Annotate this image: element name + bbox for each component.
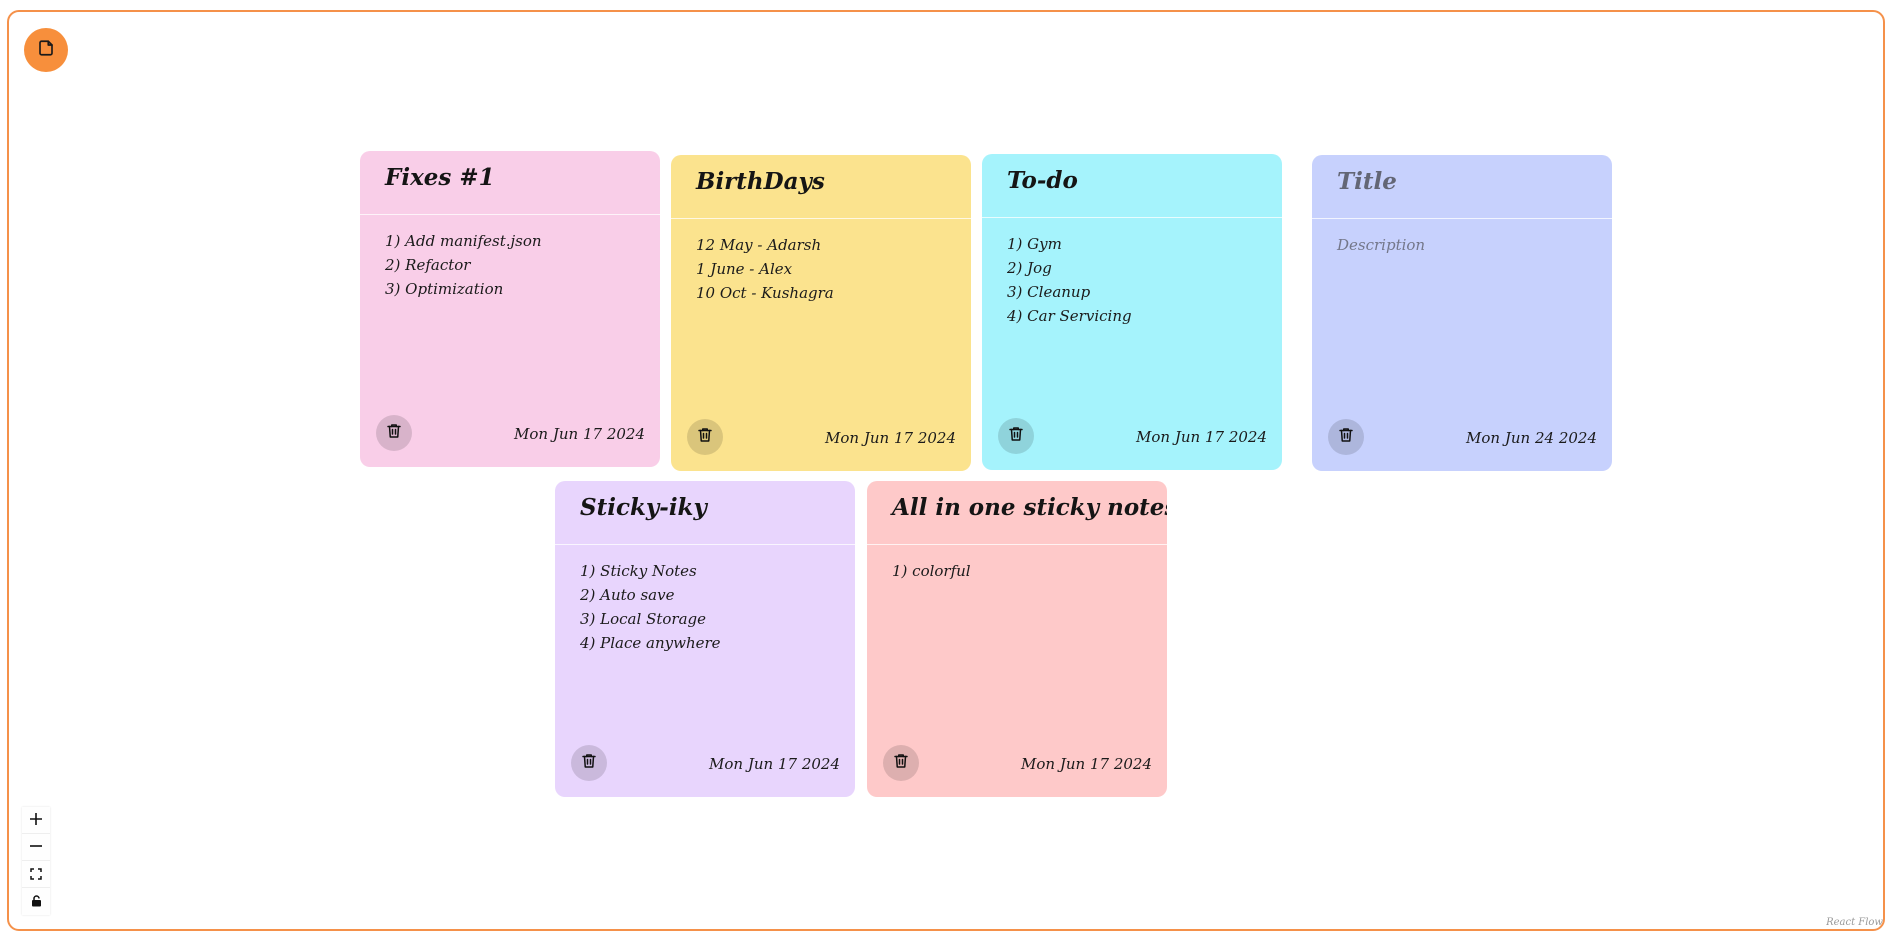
note-title[interactable]: Sticky-iky [555, 481, 855, 545]
zoom-out-button[interactable] [22, 834, 50, 861]
note-title-placeholder[interactable]: Title [1312, 155, 1612, 219]
note-line: 3) Local Storage [580, 610, 706, 628]
note-line: 4) Car Servicing [1007, 307, 1132, 325]
note-title[interactable]: To-do [982, 154, 1282, 218]
plus-icon [29, 811, 43, 830]
delete-note-button[interactable] [571, 745, 607, 781]
note-date: Mon Jun 17 2024 [514, 425, 645, 443]
delete-note-button[interactable] [376, 415, 412, 451]
note-description-placeholder[interactable]: Description [1312, 219, 1612, 257]
note-icon [37, 39, 55, 61]
note-description[interactable]: 1) Add manifest.json 2) Refactor 3) Opti… [360, 215, 660, 301]
note-title[interactable]: BirthDays [671, 155, 971, 219]
note-title[interactable]: Fixes #1 [360, 151, 660, 215]
sticky-note[interactable]: Title Description Mon Jun 24 2024 [1312, 155, 1612, 471]
note-line: 1) colorful [892, 562, 971, 580]
note-title[interactable]: All in one sticky notes [867, 481, 1167, 545]
trash-icon [696, 426, 714, 448]
react-flow-attribution[interactable]: React Flow [1826, 917, 1883, 928]
note-description[interactable]: 1) Gym 2) Jog 3) Cleanup 4) Car Servicin… [982, 218, 1282, 328]
note-line: 1) Add manifest.json [385, 232, 542, 250]
flow-controls [22, 807, 50, 915]
note-line: 10 Oct - Kushagra [696, 284, 834, 302]
note-line: 1 June - Alex [696, 260, 793, 278]
note-line: 4) Place anywhere [580, 634, 721, 652]
note-date: Mon Jun 17 2024 [825, 429, 956, 447]
trash-icon [1337, 426, 1355, 448]
delete-note-button[interactable] [1328, 419, 1364, 455]
delete-note-button[interactable] [883, 745, 919, 781]
note-date: Mon Jun 17 2024 [709, 755, 840, 773]
note-date: Mon Jun 17 2024 [1136, 428, 1267, 446]
fullscreen-icon [30, 865, 42, 884]
note-line: 2) Jog [1007, 259, 1052, 277]
note-line: 3) Optimization [385, 280, 504, 298]
note-line: 1) Sticky Notes [580, 562, 697, 580]
note-line: 3) Cleanup [1007, 283, 1091, 301]
sticky-note[interactable]: Fixes #1 1) Add manifest.json 2) Refacto… [360, 151, 660, 467]
lock-icon [31, 892, 42, 911]
note-line: 2) Auto save [580, 586, 675, 604]
trash-icon [580, 752, 598, 774]
fit-view-button[interactable] [22, 861, 50, 888]
note-date: Mon Jun 24 2024 [1466, 429, 1597, 447]
note-line: 12 May - Adarsh [696, 236, 822, 254]
note-description[interactable]: 12 May - Adarsh 1 June - Alex 10 Oct - K… [671, 219, 971, 305]
note-date: Mon Jun 17 2024 [1021, 755, 1152, 773]
trash-icon [1007, 425, 1025, 447]
zoom-in-button[interactable] [22, 807, 50, 834]
sticky-note[interactable]: BirthDays 12 May - Adarsh 1 June - Alex … [671, 155, 971, 471]
toggle-interactivity-button[interactable] [22, 888, 50, 915]
sticky-note[interactable]: To-do 1) Gym 2) Jog 3) Cleanup 4) Car Se… [982, 154, 1282, 470]
trash-icon [385, 422, 403, 444]
delete-note-button[interactable] [998, 418, 1034, 454]
delete-note-button[interactable] [687, 419, 723, 455]
add-note-button[interactable] [24, 28, 68, 72]
sticky-note[interactable]: Sticky-iky 1) Sticky Notes 2) Auto save … [555, 481, 855, 797]
description-placeholder-text: Description [1337, 236, 1426, 254]
trash-icon [892, 752, 910, 774]
note-description[interactable]: 1) colorful [867, 545, 1167, 583]
note-description[interactable]: 1) Sticky Notes 2) Auto save 3) Local St… [555, 545, 855, 655]
minus-icon [29, 838, 43, 857]
note-line: 1) Gym [1007, 235, 1062, 253]
note-line: 2) Refactor [385, 256, 471, 274]
sticky-note[interactable]: All in one sticky notes 1) colorful Mon … [867, 481, 1167, 797]
